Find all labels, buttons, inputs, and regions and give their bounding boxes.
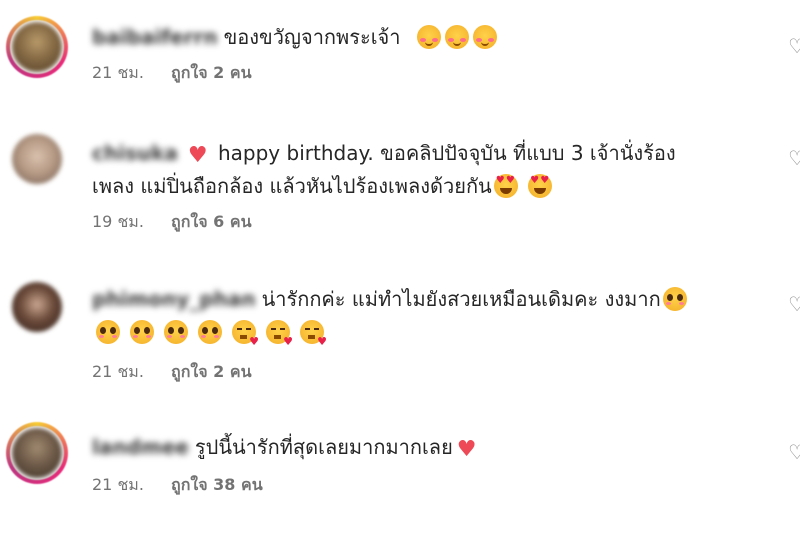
like-comment-heart-icon[interactable]: ♡ xyxy=(788,294,800,314)
comment-emoji-row xyxy=(92,317,760,357)
comment-username[interactable]: baibaiferrn xyxy=(92,25,218,49)
heart-eyes-icon xyxy=(528,174,553,198)
smiling-face-with-hearts-icon xyxy=(416,25,441,49)
comment-text-continued: เพลง แม่ปิ่นถือกล้อง แล้วหันไปร้องเพลงด้… xyxy=(92,171,760,202)
like-comment-heart-icon[interactable]: ♡ xyxy=(788,36,800,56)
face-blowing-kiss-icon xyxy=(300,320,327,357)
face-blowing-kiss-icon xyxy=(266,320,293,357)
comment-timestamp: 19 ชม. xyxy=(92,212,144,231)
comment-text: landmee รูปนี้น่ารักที่สุดเลยมากมากเลย ♥ xyxy=(92,432,760,465)
avatar-wrapper[interactable] xyxy=(6,128,68,190)
comment-like-count[interactable]: ถูกใจ 38 คน xyxy=(171,475,263,495)
comment-timestamp: 21 ชม. xyxy=(92,63,144,82)
avatar-wrapper[interactable] xyxy=(6,276,68,338)
pleading-face-icon xyxy=(662,287,687,311)
comment-username[interactable]: landmee xyxy=(92,435,189,459)
face-blowing-kiss-icon xyxy=(232,320,259,357)
like-comment-heart-icon[interactable]: ♡ xyxy=(788,148,800,168)
avatar-story-ring[interactable] xyxy=(6,16,68,78)
pleading-face-icon xyxy=(198,320,222,344)
avatar-story-ring[interactable] xyxy=(6,422,68,484)
comment-username[interactable]: phimony_phan xyxy=(92,287,256,311)
heart-emoji-icon: ♥ xyxy=(187,143,208,168)
avatar xyxy=(12,428,62,478)
pleading-face-icon xyxy=(130,320,154,344)
like-comment-heart-icon[interactable]: ♡ xyxy=(788,442,800,462)
comment-like-count[interactable]: ถูกใจ 2 คน xyxy=(171,63,251,83)
heart-eyes-icon xyxy=(493,174,518,198)
comment-timestamp: 21 ชม. xyxy=(92,475,144,494)
comment-like-count[interactable]: ถูกใจ 2 คน xyxy=(171,362,251,382)
avatar xyxy=(12,282,62,332)
pleading-face-icon xyxy=(96,320,120,344)
comment-username[interactable]: chisuka xyxy=(92,141,178,165)
smiling-face-with-hearts-icon xyxy=(472,25,497,49)
comment-text: phimony_phan น่ารักกค่ะ แม่ทำไมยังสวยเหมื… xyxy=(92,284,760,315)
comment-timestamp: 21 ชม. xyxy=(92,362,144,381)
avatar xyxy=(12,134,62,184)
avatar xyxy=(12,22,62,72)
smiling-face-with-hearts-icon xyxy=(444,25,469,49)
heart-emoji-icon: ♥ xyxy=(456,437,477,462)
comment-like-count[interactable]: ถูกใจ 6 คน xyxy=(171,212,251,232)
comment-text: baibaiferrn ของขวัญจากพระเจ้า xyxy=(92,22,760,53)
comment-text: chisuka ♥ happy birthday. ขอคลิปปัจจุบัน … xyxy=(92,138,760,171)
pleading-face-icon xyxy=(164,320,188,344)
